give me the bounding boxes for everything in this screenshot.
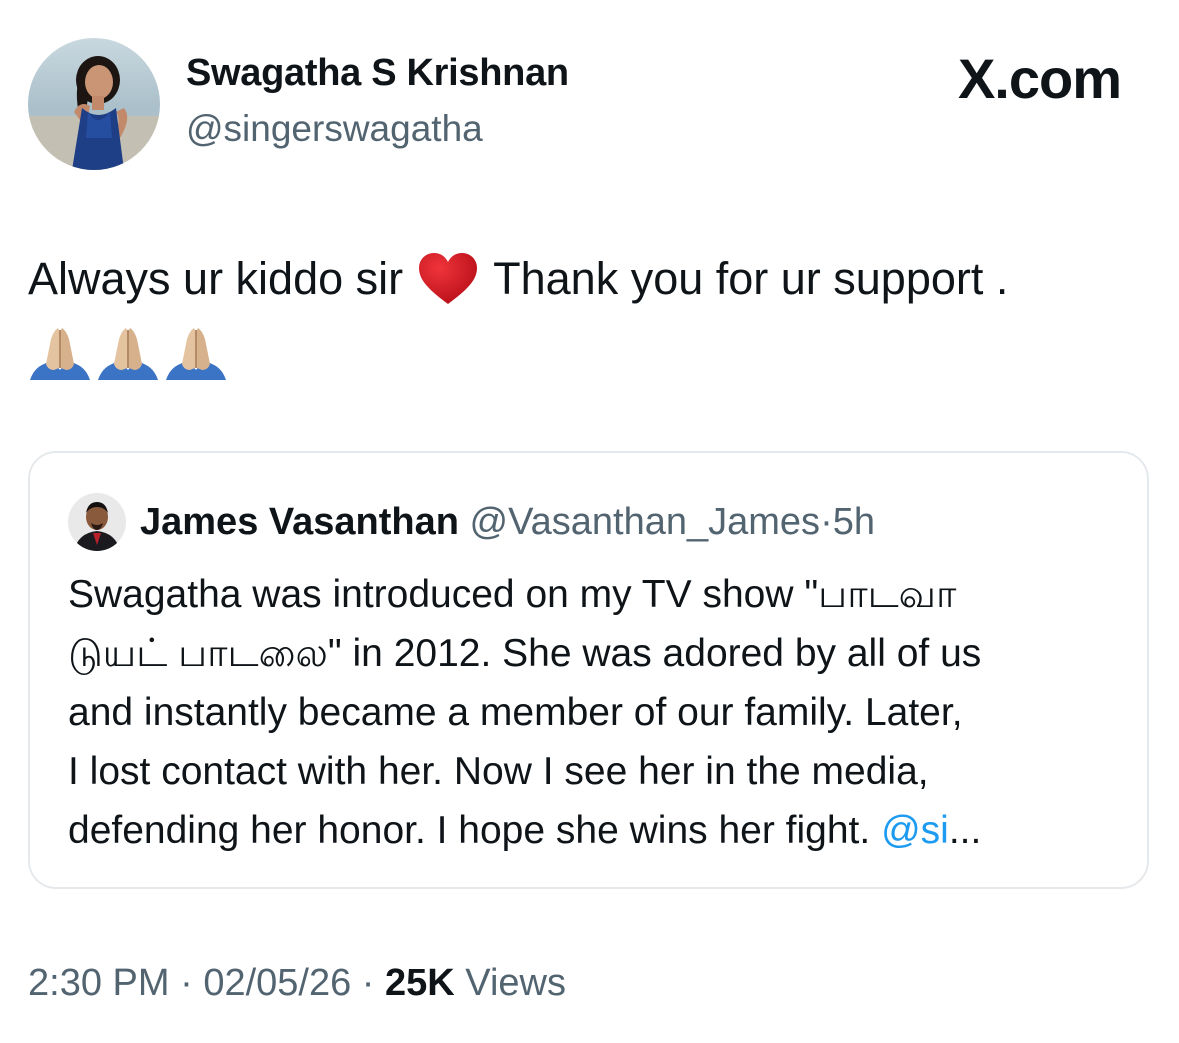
folded-hands-icon	[166, 328, 226, 380]
quoted-header: James Vasanthan @Vasanthan_James·5h	[140, 497, 875, 547]
quoted-body: Swagatha was introduced on my TV show "ப…	[68, 565, 1128, 860]
pray-emoji-row	[28, 324, 1148, 382]
tweet-date[interactable]: 02/05/26	[203, 962, 351, 1004]
quoted-line-last: defending her honor. I hope she wins her…	[68, 801, 1128, 860]
folded-hands-icon	[30, 328, 90, 380]
quoted-line: I lost contact with her. Now I see her i…	[68, 750, 929, 793]
tweet-line-1: Always ur kiddo sir Thank you for ur sup…	[28, 248, 1148, 310]
meta-separator: ·	[169, 962, 204, 1004]
red-heart-icon	[419, 253, 478, 304]
meta-separator: ·	[351, 962, 386, 1004]
folded-hands-icon	[98, 328, 158, 380]
tweet-text-part1: Always ur kiddo sir	[28, 253, 404, 304]
quoted-author-avatar[interactable]	[68, 493, 126, 551]
quoted-handle[interactable]: @Vasanthan_James	[470, 501, 821, 543]
author-handle[interactable]: @singerswagatha	[186, 108, 483, 150]
quoted-separator: ·	[820, 501, 833, 543]
author-avatar[interactable]	[28, 38, 160, 170]
mention-link[interactable]: @si	[881, 809, 949, 852]
quoted-tweet-card[interactable]: James Vasanthan @Vasanthan_James·5h Swag…	[28, 451, 1149, 889]
quoted-line-text: defending her honor. I hope she wins her…	[68, 809, 882, 852]
truncation-ellipsis: ...	[948, 809, 982, 852]
quoted-line: Swagatha was introduced on my TV show "ப…	[68, 573, 957, 616]
tweet-text-part2: Thank you for ur support .	[493, 253, 1009, 304]
author-display-name[interactable]: Swagatha S Krishnan	[186, 52, 569, 95]
quoted-line: டுயட் பாடலை" in 2012. She was adored by …	[68, 632, 982, 675]
views-count[interactable]: 25K	[385, 962, 455, 1004]
profile-photo-icon	[28, 38, 160, 170]
brand-logo: X.com	[957, 46, 1122, 111]
quoted-timestamp[interactable]: 5h	[833, 501, 875, 543]
tweet-text: Always ur kiddo sir Thank you for ur sup…	[28, 248, 1148, 382]
tweet-meta: 2:30 PM · 02/05/26 · 25K Views	[28, 962, 566, 1005]
tweet-time[interactable]: 2:30 PM	[28, 962, 170, 1004]
quoted-display-name[interactable]: James Vasanthan	[140, 501, 459, 543]
profile-photo-icon	[68, 493, 126, 551]
quoted-line: and instantly became a member of our fam…	[68, 691, 963, 734]
views-label: Views	[454, 962, 566, 1004]
x-logo-text: X.com	[957, 47, 1122, 110]
